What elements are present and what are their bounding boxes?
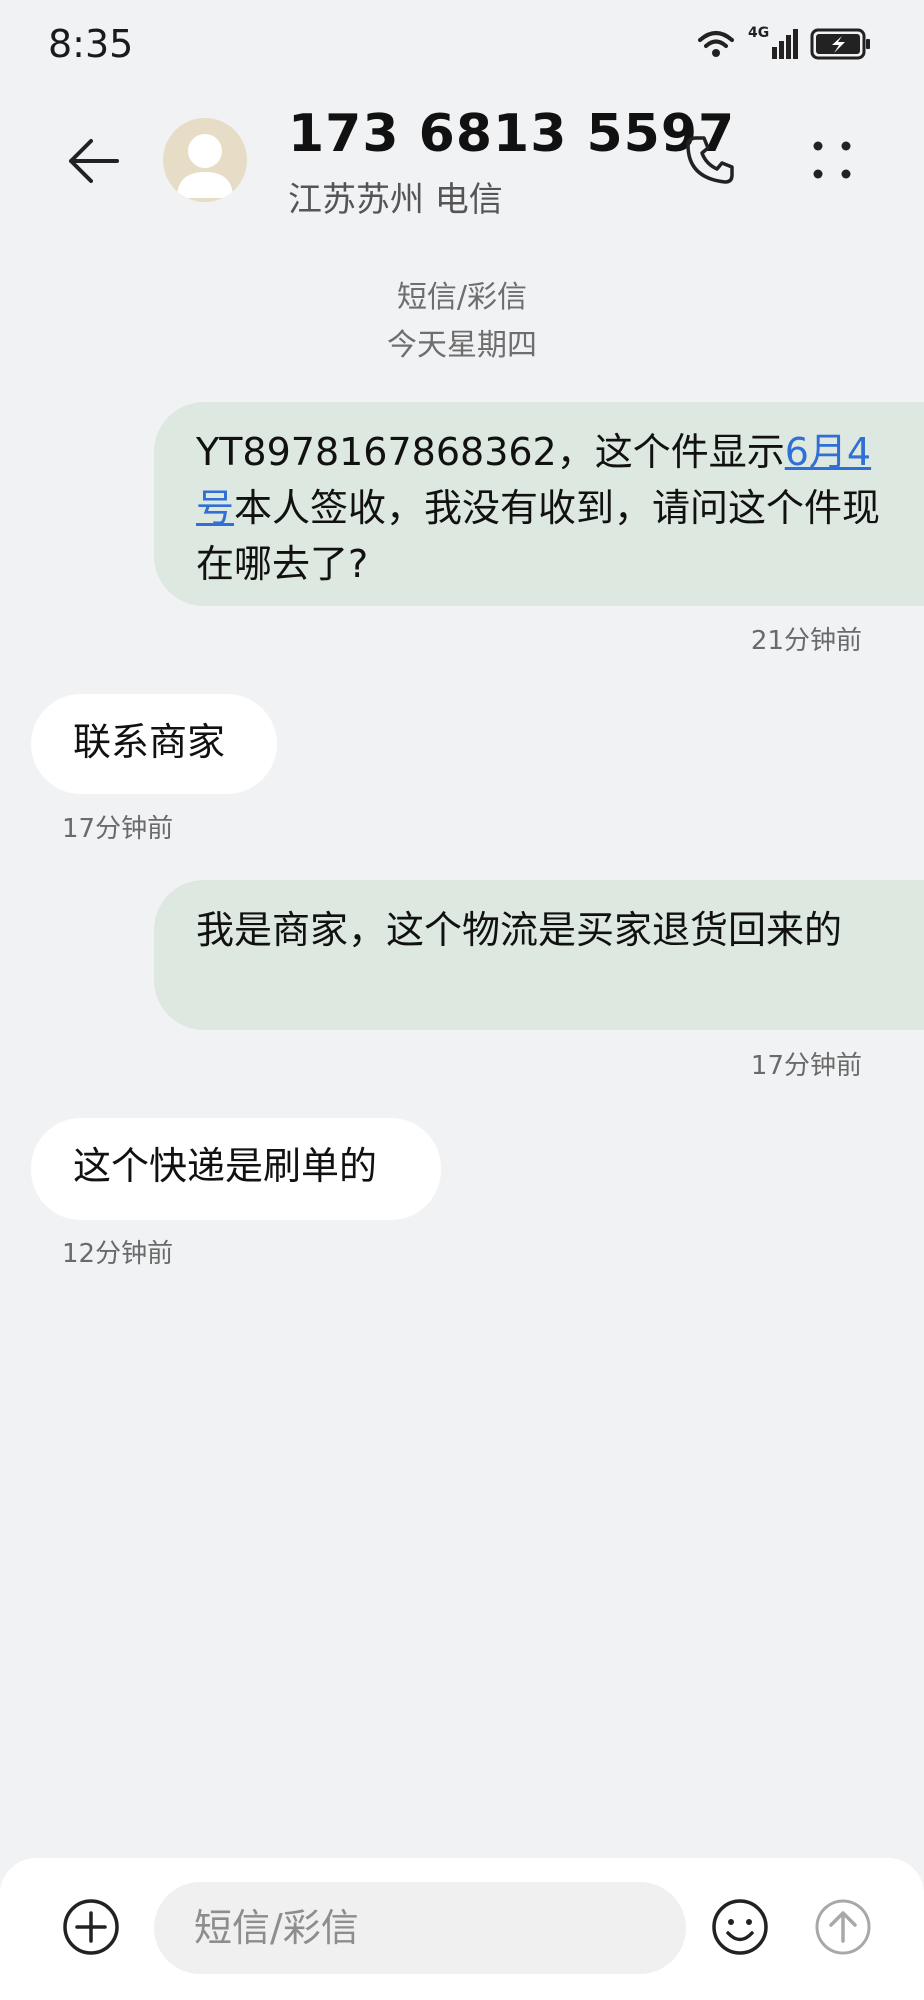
incoming-message-bubble[interactable]: 这个快递是刷单的 <box>31 1118 441 1220</box>
status-bar: 8:35 4G <box>0 0 924 90</box>
message-input[interactable] <box>154 1882 686 1974</box>
compose-bar <box>0 1858 924 2000</box>
call-button[interactable] <box>676 126 744 194</box>
send-icon <box>815 1899 871 1955</box>
outgoing-message-bubble[interactable]: YT8978167868362，这个件显示6月4号本人签收，我没有收到，请问这个… <box>154 402 924 606</box>
message-type-label: 短信/彩信 <box>396 280 528 315</box>
message-text: YT8978167868362，这个件显示 <box>196 430 785 474</box>
outgoing-message-bubble[interactable]: 我是商家，这个物流是买家退货回来的 <box>154 880 924 1030</box>
emoji-icon <box>712 1899 768 1955</box>
message-timestamp: 12分钟前 <box>62 1239 174 1269</box>
phone-icon <box>686 136 734 184</box>
message-timestamp: 17分钟前 <box>62 814 174 844</box>
back-arrow-icon <box>69 139 119 183</box>
message-text: 联系商家 <box>73 720 226 764</box>
conversation-header: 173 6813 5597 江苏苏州 电信 <box>0 100 924 230</box>
avatar-person-icon <box>177 134 233 198</box>
send-button[interactable] <box>812 1896 874 1958</box>
message-timestamp: 21分钟前 <box>750 626 862 656</box>
back-button[interactable] <box>58 126 128 196</box>
more-options-button[interactable] <box>800 126 864 194</box>
battery-charging-icon <box>810 28 872 60</box>
add-attachment-button[interactable] <box>60 1896 122 1958</box>
avatar[interactable] <box>163 118 247 202</box>
status-time: 8:35 <box>48 22 134 66</box>
message-timestamp: 17分钟前 <box>750 1051 862 1081</box>
add-icon <box>63 1899 119 1955</box>
message-text: 我是商家，这个物流是买家退货回来的 <box>196 908 843 952</box>
incoming-message-bubble[interactable]: 联系商家 <box>31 694 277 794</box>
signal-icon: 4G <box>748 25 798 61</box>
network-type-label: 4G <box>748 25 770 41</box>
message-text: 这个快递是刷单的 <box>73 1144 378 1188</box>
emoji-button[interactable] <box>709 1896 771 1958</box>
contact-location: 江苏苏州 电信 <box>288 180 503 220</box>
contact-number: 173 6813 5597 <box>288 104 736 164</box>
more-icon <box>813 141 851 179</box>
date-label: 今天星期四 <box>387 328 537 363</box>
wifi-icon <box>696 28 736 60</box>
status-icons: 4G <box>696 24 872 64</box>
message-text: 本人签收，我没有收到，请问这个件现在哪去了? <box>196 486 881 586</box>
